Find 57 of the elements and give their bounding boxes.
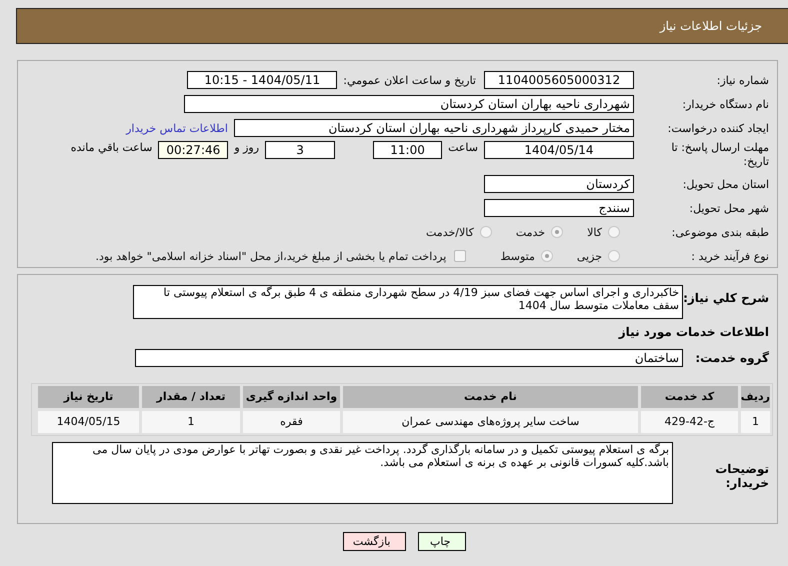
field-label: ساعت [448, 141, 478, 154]
column-header: کد خدمت [641, 386, 738, 408]
radio-button[interactable] [540, 250, 553, 262]
radio-button[interactable] [480, 226, 492, 238]
city-field: سنندج [484, 199, 634, 217]
radio-button[interactable] [608, 226, 620, 238]
radio-label: جزیی [576, 250, 602, 262]
field-label: توضیحات خریدار: [714, 461, 769, 490]
table-cell: ج-42-429 [641, 411, 738, 433]
field-label: شرح کلي نیاز: [683, 290, 769, 305]
table-cell: 1 [142, 411, 240, 433]
buyer-org-field: شهرداری ناحیه بهاران استان کردستان [184, 95, 634, 113]
radio-button[interactable] [608, 250, 620, 262]
radio-label: متوسط [500, 250, 535, 262]
deadline-date-field: 1404/05/14 [484, 141, 634, 159]
checkbox-label: پرداخت تمام یا بخشی از مبلغ خرید،از محل "اسناد خزانه اسلامی" خواهد بود. [96, 250, 446, 262]
creator-field: مختار حمیدی کارپرداز شهرداری ناحیه بهاران استان کردستان [234, 119, 634, 137]
checkbox[interactable] [454, 250, 466, 262]
page-title: جزئیات اطلاعات نیاز [660, 19, 762, 33]
field-label: گروه خدمت: [694, 351, 769, 365]
field-label: استان محل تحویل: [682, 178, 769, 190]
radio-label: کالا [587, 226, 602, 238]
table-cell: 1404/05/15 [38, 411, 139, 433]
action-button[interactable]: چاپ [418, 532, 466, 551]
deadline-time-field: 11:00 [373, 141, 442, 159]
field-label: شهر محل تحویل: [688, 202, 769, 214]
table-cell: 1 [741, 411, 770, 433]
description-field: خاکبرداری و اجرای اساس جهت فضای سبز 4/19 در سطح شهرداری منطقه ی 4 طبق برگه ی استعلام پیوستی تا سقف معاملات متوسط سال 1404 [133, 285, 683, 319]
section-heading: اطلاعات خدمات مورد نیاز [617, 325, 769, 341]
service-group-field: ساختمان [135, 349, 683, 367]
column-header: نام خدمت [343, 386, 638, 408]
field-label: نام دستگاه خریدار: [681, 98, 769, 110]
radio-label: کالا/خدمت [426, 226, 474, 238]
province-field: کردستان [484, 175, 634, 193]
table-cell: فقره [243, 411, 340, 433]
field-label: تاریخ و ساعت اعلان عمومي: [343, 74, 476, 86]
field-label: مهلت ارسال پاسخ: تا تاریخ: [670, 141, 769, 169]
radio-button[interactable] [551, 226, 564, 238]
remaining-time-field: 00:27:46 [158, 141, 228, 159]
column-header: ردیف [741, 386, 770, 408]
column-header: واحد اندازه گیری [243, 386, 340, 408]
buyer-notes-field: برگه ی استعلام پیوستی تکمیل و در سامانه بارگذاری گردد. پرداخت غیر نقدی و بصورت تهاتر با عوارض مودی در پایان سال می باشد.کلیه کسورات قانونی بر عهده ی برنه ی استعلام می باشد. [52, 442, 673, 504]
field-label: شماره نیاز: [716, 74, 769, 86]
field-label: طبقه بندی موضوعی: [670, 226, 769, 238]
field-label: روز و [234, 141, 260, 154]
buyer-contact-link[interactable]: اطلاعات تماس خریدار [126, 122, 228, 134]
days-field: 3 [265, 141, 336, 159]
announce-date-field: 1404/05/11 - 10:15 [187, 71, 338, 89]
table-cell: ساخت سایر پروژه‌های مهندسی عمران [343, 411, 638, 433]
need-number-field: 1104005605000312 [484, 71, 634, 89]
action-button[interactable]: بازگشت [342, 532, 406, 551]
field-label: ساعت باقي مانده [70, 141, 152, 154]
radio-label: خدمت [516, 226, 546, 238]
field-label: نوع فرآیند خرید : [690, 250, 769, 262]
field-label: ایجاد کننده درخواست: [666, 122, 769, 134]
column-header: تعداد / مقدار [142, 386, 240, 408]
column-header: تاریخ نیاز [38, 386, 139, 408]
